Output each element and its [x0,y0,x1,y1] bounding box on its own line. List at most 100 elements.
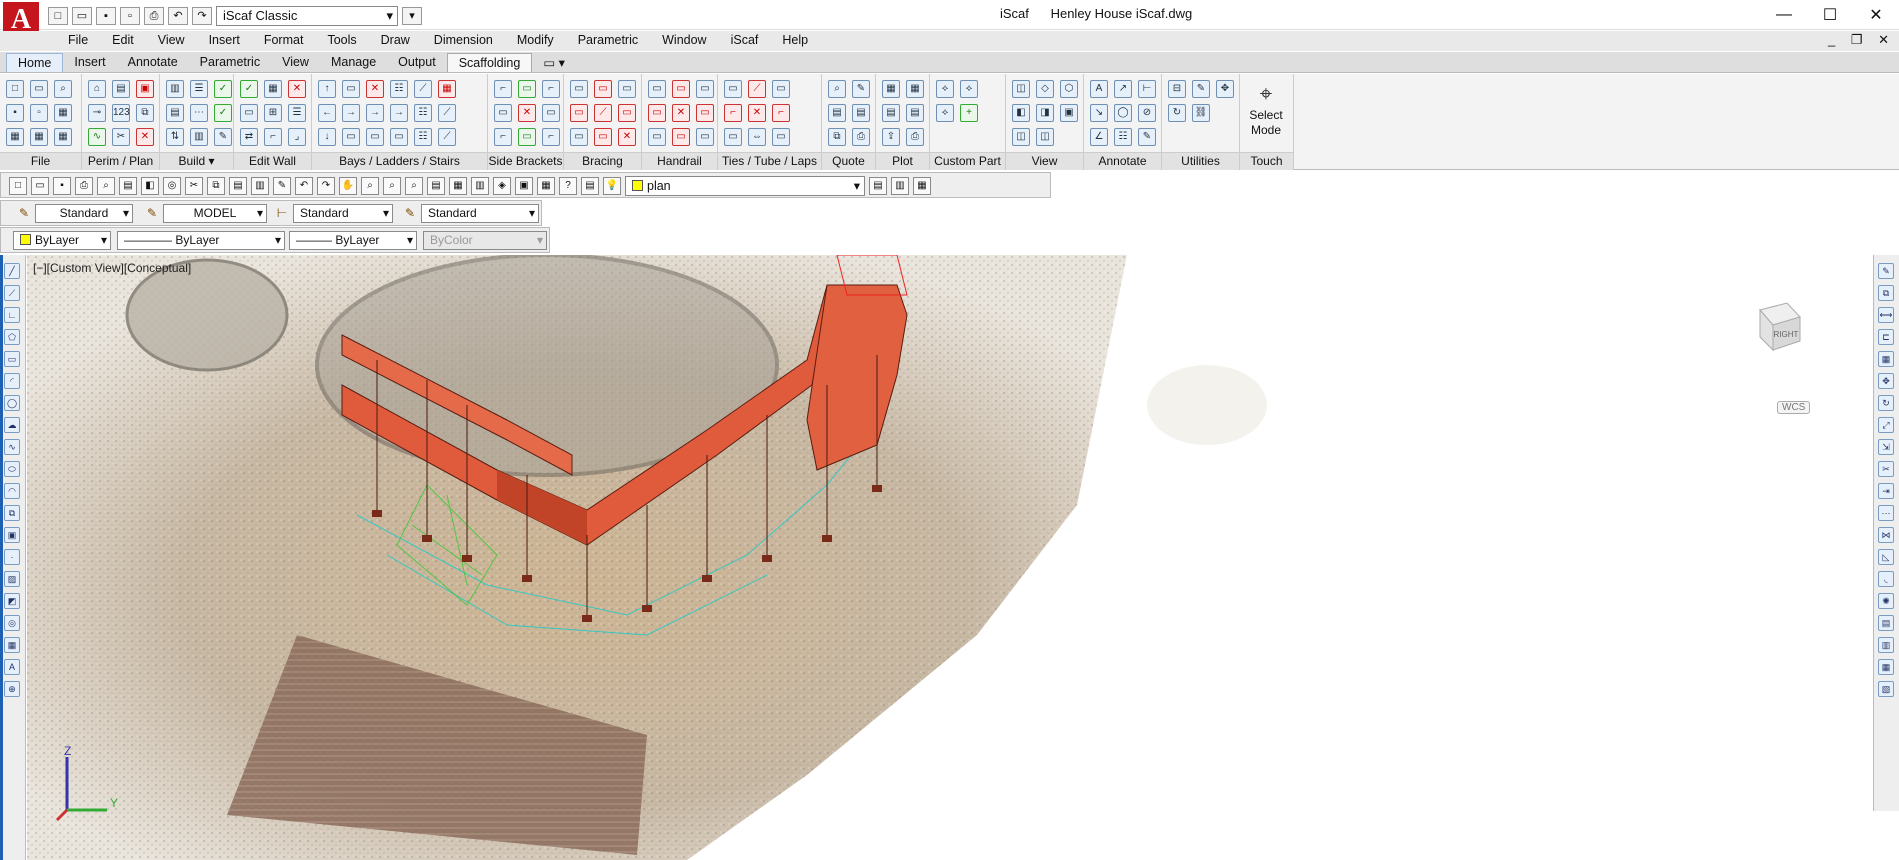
menu-parametric[interactable]: Parametric [566,33,650,47]
brace-1-icon[interactable]: ▭ [594,80,612,98]
brace-4-icon[interactable]: ▭ [618,104,636,122]
menu-file[interactable]: File [56,33,100,47]
quote-copy-icon[interactable]: ⧉ [828,128,846,146]
build-bay-icon[interactable]: ▥ [166,80,184,98]
custom-part-icon[interactable]: ⟡ [936,80,954,98]
bracket-3-icon[interactable]: ⌐ [542,80,560,98]
plot-export-icon[interactable]: ⇪ [882,128,900,146]
table-icon[interactable]: ▦ [4,637,20,653]
maximize-button[interactable]: ☐ [1807,0,1853,30]
build-tick-icon[interactable]: ✓ [214,104,232,122]
quote-doc-2-icon[interactable]: ▤ [852,104,870,122]
bracket-4-icon[interactable]: ▭ [494,104,512,122]
stair-icon[interactable]: ⟋ [414,80,432,98]
menu-help[interactable]: Help [770,33,820,47]
block-grid-2-icon[interactable]: ▦ [30,128,48,146]
rectangle-icon[interactable]: ▭ [4,351,20,367]
column-dim-icon[interactable]: ☷ [1114,128,1132,146]
extend-icon[interactable]: ⇥ [1878,483,1894,499]
rail-2-icon[interactable]: ▭ [648,104,666,122]
wall-check-icon[interactable]: ✓ [240,80,258,98]
printer-icon[interactable]: ⎙ [906,128,924,146]
build-floor-icon[interactable]: ▤ [166,104,184,122]
layout-dropdown[interactable]: MODEL [163,204,267,223]
perimeter-icon[interactable]: ⌂ [88,80,106,98]
offset-line-icon[interactable]: ⊸ [88,104,106,122]
view-box-2-icon[interactable]: ◫ [1036,128,1054,146]
help-icon[interactable]: ? [559,177,577,195]
ellipse-arc-icon[interactable]: ◠ [4,483,20,499]
leader-icon[interactable]: ↗ [1114,80,1132,98]
draw-order-3-icon[interactable]: ▦ [1878,659,1894,675]
copy-icon[interactable]: ⧉ [207,177,225,195]
stair-grid-icon[interactable]: ▦ [438,80,456,98]
view-cube-icon[interactable]: ◫ [1012,80,1030,98]
rail-blank-4-icon[interactable]: ▭ [696,128,714,146]
view-top-icon[interactable]: ◨ [1036,104,1054,122]
tb-undo-icon[interactable]: ↶ [295,177,313,195]
custom-part-2-icon[interactable]: ⟡ [960,80,978,98]
draw-order-2-icon[interactable]: ▥ [1878,637,1894,653]
save-icon[interactable]: ▪ [96,7,116,25]
bay-blank-2-icon[interactable]: ▭ [342,128,360,146]
tab-home[interactable]: Home [6,53,64,72]
color-dropdown[interactable]: ByLayer [13,231,111,250]
move-object-icon[interactable]: ✥ [1878,373,1894,389]
layer-properties-icon[interactable]: ▤ [581,177,599,195]
tb-save-icon[interactable]: ▪ [53,177,71,195]
tube-icon[interactable]: ⟋ [748,80,766,98]
revcloud-icon[interactable]: ☁ [4,417,20,433]
workspace-dropdown[interactable]: iScaf Classic [216,6,398,26]
layer-dropdown[interactable]: plan [625,176,865,196]
custom-part-add-icon[interactable]: + [960,104,978,122]
close-button[interactable]: ✕ [1853,0,1899,30]
tie-blank-icon[interactable]: ▭ [724,80,742,98]
pan-icon[interactable]: ✋ [339,177,357,195]
text-icon[interactable]: A [1090,80,1108,98]
save-copy-icon[interactable]: ▫ [30,104,48,122]
break-icon[interactable]: ⋯ [1878,505,1894,521]
menu-iscaf[interactable]: iScaf [719,33,771,47]
copy-object-icon[interactable]: ⧉ [1878,285,1894,301]
block-grid-3-icon[interactable]: ▦ [54,128,72,146]
wall-step-icon[interactable]: ⌐ [264,128,282,146]
tab-insert[interactable]: Insert [63,53,116,72]
custom-part-3-icon[interactable]: ⟡ [936,104,954,122]
wall-corner-icon[interactable]: ⌟ [288,128,306,146]
zoom-window-icon[interactable]: ⌕ [383,177,401,195]
drawing-viewport[interactable]: [−][Custom View][Conceptual] RIGHT WCS Z… [27,255,1873,860]
wall-move-icon[interactable]: ⇄ [240,128,258,146]
polygon-icon[interactable]: ⬠ [4,329,20,345]
explode-icon[interactable]: ✺ [1878,593,1894,609]
quote-zoom-icon[interactable]: ⌕ [828,80,846,98]
tab-output[interactable]: Output [387,53,447,72]
numbering-icon[interactable]: 123 [112,104,130,122]
paste-special-icon[interactable]: ▥ [251,177,269,195]
redo-icon[interactable]: ↷ [192,7,212,25]
link-icon[interactable]: ⛓ [1192,104,1210,122]
ellipse-icon[interactable]: ⬭ [4,461,20,477]
fillet-icon[interactable]: ◟ [1878,571,1894,587]
bracket-5-icon[interactable]: ▭ [542,104,560,122]
build-edit-icon[interactable]: ✎ [214,128,232,146]
wall-lines-icon[interactable]: ☰ [288,104,306,122]
bracket-1-icon[interactable]: ⌐ [494,80,512,98]
bay-down-icon[interactable]: ↓ [318,128,336,146]
tie-1-icon[interactable]: ⌐ [724,104,742,122]
circle-dim-icon[interactable]: ◯ [1114,104,1132,122]
remove-icon[interactable]: ✕ [136,128,154,146]
gradient-icon[interactable]: ◩ [4,593,20,609]
bay-right-2-icon[interactable]: → [366,104,384,122]
bracket-8-icon[interactable]: ⌐ [542,128,560,146]
ladder-icon[interactable]: ☷ [390,80,408,98]
match-properties-icon[interactable]: ✎ [273,177,291,195]
bracket-7-icon[interactable]: ▭ [518,128,536,146]
tb-web-icon[interactable]: ◎ [163,177,181,195]
erase-icon[interactable]: ✎ [1878,263,1894,279]
lap-icon[interactable]: ⇔ [748,128,766,146]
menu-modify[interactable]: Modify [505,33,566,47]
tie-blank-4-icon[interactable]: ▭ [772,128,790,146]
tab-parametric[interactable]: Parametric [189,53,271,72]
view-box-icon[interactable]: ◫ [1012,128,1030,146]
properties-icon[interactable]: ▤ [427,177,445,195]
